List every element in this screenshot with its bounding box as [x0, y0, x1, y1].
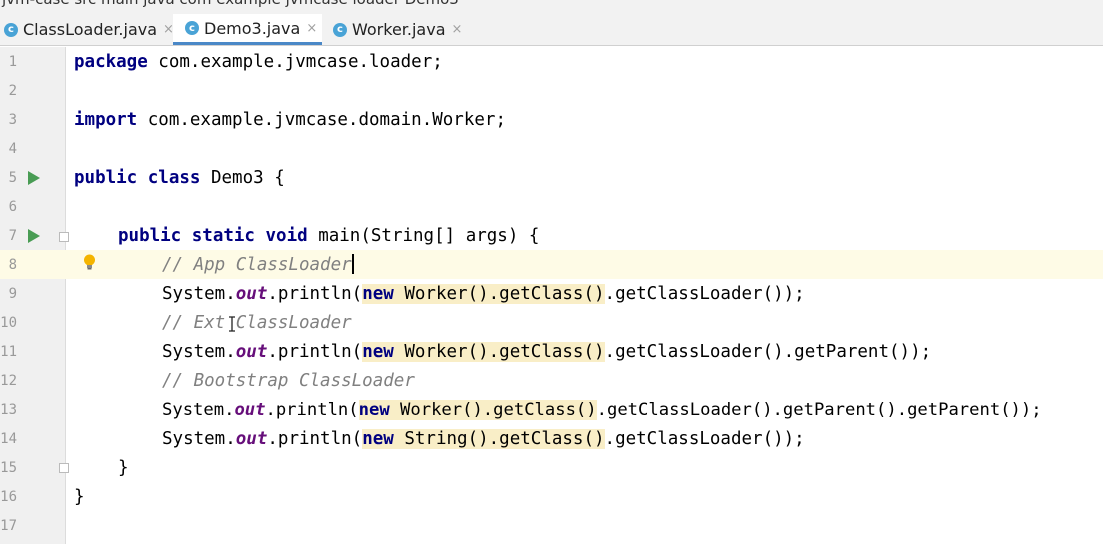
line-number: 5 [8, 170, 17, 186]
code-text: System. [162, 429, 236, 449]
tab-label: Worker.java [352, 20, 446, 39]
line-number: 15 [0, 460, 17, 476]
keyword: new [362, 342, 394, 362]
code-line-1[interactable]: package com.example.jvmcase.loader; [74, 48, 443, 77]
close-icon[interactable]: × [452, 22, 463, 37]
comment: // Ext ClassLoader [162, 313, 352, 333]
line-number: 13 [0, 402, 17, 418]
code-text: } [74, 487, 85, 507]
text-caret [351, 253, 354, 274]
tab-label: Demo3.java [204, 18, 301, 38]
code-text: .println( [267, 429, 363, 449]
keyword: new [362, 429, 394, 449]
line-number: 8 [8, 257, 17, 273]
fold-marker-icon[interactable] [59, 232, 69, 242]
run-gutter-icon[interactable] [28, 229, 40, 243]
code-line-16[interactable]: } [74, 483, 85, 512]
code-line-3[interactable]: import com.example.jvmcase.domain.Worker… [74, 106, 506, 135]
code-line-8[interactable]: // App ClassLoader [162, 251, 354, 280]
static-field: out [235, 342, 268, 362]
static-field: out [235, 284, 268, 304]
highlighted-code: String().getClass() [393, 429, 605, 449]
line-number: 14 [0, 431, 17, 447]
breadcrumb-path[interactable]: jvm-case src main java com example jvmca… [2, 0, 459, 8]
keyword: new [362, 284, 394, 304]
code-line-11[interactable]: System.out.println(new Worker().getClass… [162, 338, 931, 367]
static-field: out [235, 429, 268, 449]
keyword: new [358, 400, 390, 420]
breadcrumb[interactable]: jvm-case src main java com example jvmca… [0, 0, 1103, 14]
code-text: .getClassLoader()); [604, 429, 805, 449]
keyword: public static void [118, 226, 308, 246]
code-text: .println( [267, 284, 363, 304]
highlighted-code: Worker().getClass() [393, 342, 605, 362]
code-text: System. [162, 342, 236, 362]
code-text: } [118, 458, 129, 478]
editor-tab-bar: c ClassLoader.java × c Demo3.java × c Wo… [0, 14, 1103, 46]
code-line-15[interactable]: } [118, 454, 129, 483]
keyword: package [74, 52, 148, 72]
line-number: 7 [8, 228, 17, 244]
code-line-5[interactable]: public class Demo3 { [74, 164, 285, 193]
code-line-12[interactable]: // Bootstrap ClassLoader [162, 367, 415, 396]
code-text: .getClassLoader().getParent()); [604, 342, 932, 362]
tab-classloader-java[interactable]: c ClassLoader.java × [0, 14, 176, 45]
comment: // Bootstrap ClassLoader [162, 371, 415, 391]
line-number: 1 [8, 54, 17, 70]
keyword: import [74, 110, 138, 130]
line-number: 16 [0, 489, 17, 505]
line-number: 11 [0, 344, 17, 360]
line-number: 6 [8, 199, 17, 215]
java-class-icon: c [333, 22, 347, 37]
code-line-9[interactable]: System.out.println(new Worker().getClass… [162, 280, 805, 309]
code-text: .println( [265, 400, 359, 420]
code-line-13[interactable]: System.out.println(new Worker().getClass… [162, 396, 1042, 425]
line-number: 4 [8, 141, 17, 157]
code-text: .getClassLoader()); [604, 284, 805, 304]
tab-label: ClassLoader.java [23, 20, 158, 39]
java-class-icon: c [4, 22, 18, 37]
code-line-10[interactable]: // Ext ClassLoader [162, 309, 352, 338]
code-line-7[interactable]: public static void main(String[] args) { [118, 222, 539, 251]
code-text: System. [162, 284, 236, 304]
highlighted-code: Worker().getClass() [389, 400, 597, 420]
line-number: 10 [0, 315, 17, 331]
code-text: com.example.jvmcase.loader; [147, 52, 443, 72]
code-text: .println( [267, 342, 363, 362]
line-number: 3 [8, 112, 17, 128]
code-text: System. [162, 400, 235, 420]
intention-bulb-icon[interactable] [83, 254, 96, 270]
keyword: public class [74, 168, 201, 188]
code-text: com.example.jvmcase.domain.Worker; [137, 110, 506, 130]
fold-marker-icon[interactable] [59, 463, 69, 473]
tab-demo3-java[interactable]: c Demo3.java × [173, 14, 322, 45]
static-field: out [234, 400, 266, 420]
run-gutter-icon[interactable] [28, 171, 40, 185]
tab-worker-java[interactable]: c Worker.java × [323, 14, 483, 45]
java-class-icon: c [185, 21, 199, 35]
code-text: main(String[] args) { [307, 226, 540, 246]
line-number: 2 [8, 83, 17, 99]
line-number: 17 [0, 518, 17, 534]
mouse-ibeam-cursor-icon [229, 316, 235, 332]
line-number: 12 [0, 373, 17, 389]
code-text: .getClassLoader().getParent().getParent(… [596, 400, 1042, 420]
line-number: 9 [8, 286, 17, 302]
highlighted-code: Worker().getClass() [393, 284, 605, 304]
code-text: Demo3 { [200, 168, 285, 188]
comment: // App ClassLoader [162, 255, 352, 275]
close-icon[interactable]: × [306, 21, 317, 36]
code-line-14[interactable]: System.out.println(new String().getClass… [162, 425, 805, 454]
